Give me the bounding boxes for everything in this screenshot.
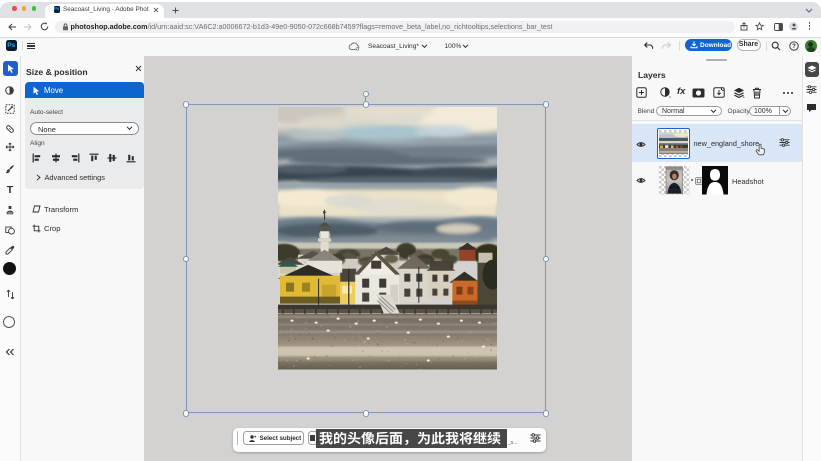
svg-text:?: ? bbox=[792, 44, 796, 50]
